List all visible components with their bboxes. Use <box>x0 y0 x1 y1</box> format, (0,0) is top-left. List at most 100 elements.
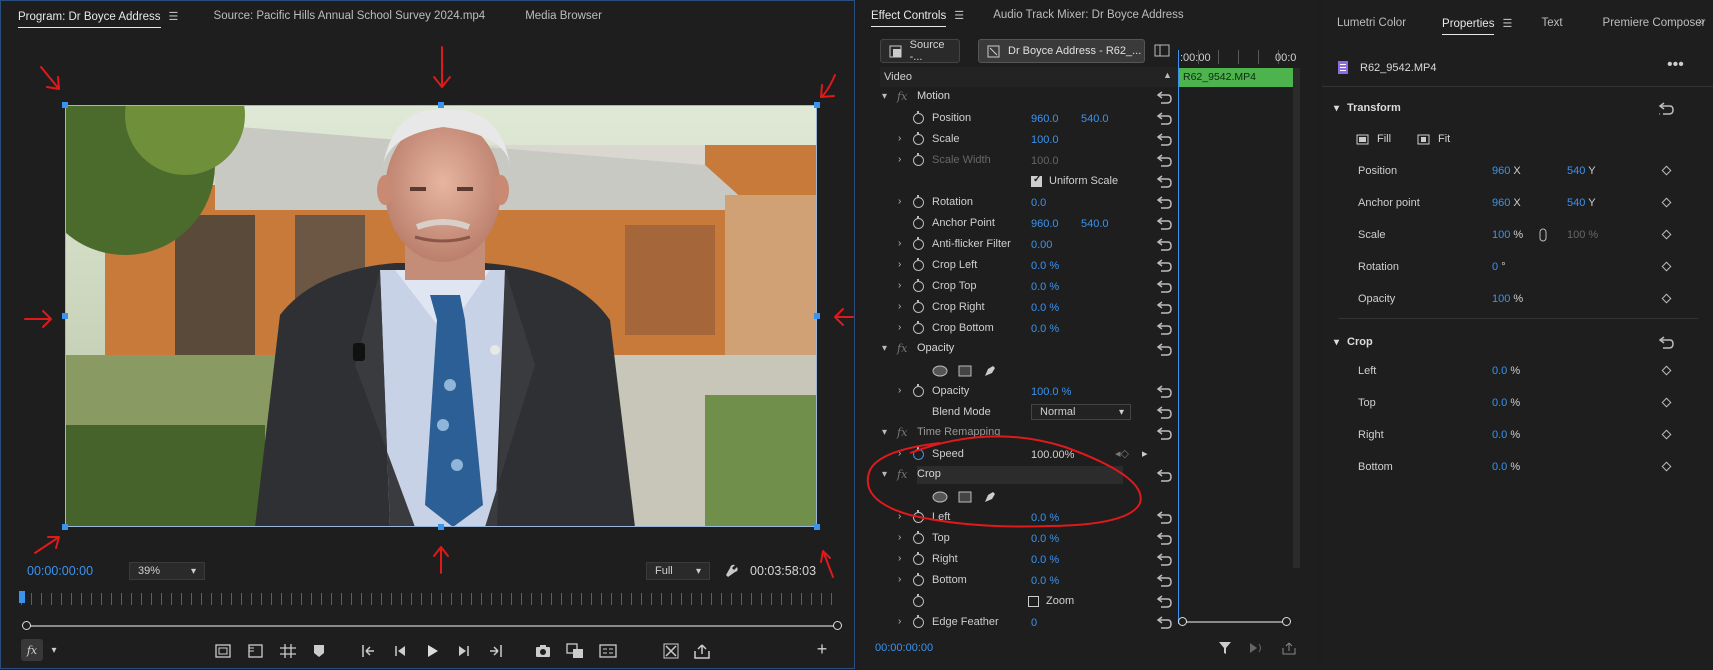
reset-parameter-icon[interactable] <box>1156 595 1172 608</box>
prop-value-opacity_val[interactable]: 100 % <box>1492 293 1523 305</box>
reset-parameter-icon[interactable] <box>1156 322 1172 335</box>
keyframe-diamond-icon[interactable] <box>1661 229 1672 240</box>
stopwatch-icon[interactable] <box>913 195 924 208</box>
fx-toggle-button[interactable]: fx <box>21 639 43 661</box>
ec-value-position_y[interactable]: 540.0 <box>1081 113 1109 125</box>
vr-toggle-icon[interactable] <box>663 643 679 659</box>
go-to-in-icon[interactable] <box>361 644 377 658</box>
ec-clip-bar[interactable]: R62_9542.MP4 <box>1178 68 1294 87</box>
transform-handle-tc[interactable] <box>438 102 444 108</box>
fx-badge-icon[interactable]: fx <box>897 426 907 439</box>
chevron-right-icon[interactable]: › <box>898 196 901 207</box>
prop-value-rotation_val[interactable]: 0 ° <box>1492 261 1506 273</box>
add-marker-icon[interactable] <box>313 644 325 658</box>
zoom-select[interactable]: 39% ▾ <box>129 562 205 580</box>
crop-section-header[interactable]: ▾ Crop <box>1334 336 1373 348</box>
reset-parameter-icon[interactable] <box>1156 553 1172 566</box>
reset-parameter-icon[interactable] <box>1156 511 1172 524</box>
comparison-view-icon[interactable] <box>566 643 584 659</box>
ec-value-crop_bottom_val[interactable]: 0.0 % <box>1031 323 1059 335</box>
stopwatch-icon[interactable] <box>913 594 924 607</box>
stopwatch-icon[interactable] <box>913 153 924 166</box>
reset-parameter-icon[interactable] <box>1156 259 1172 272</box>
stopwatch-icon[interactable] <box>913 237 924 250</box>
stopwatch-icon[interactable] <box>913 216 924 229</box>
keyframe-diamond-icon[interactable] <box>1661 293 1672 304</box>
reset-parameter-icon[interactable] <box>1156 91 1172 104</box>
chevron-down-icon[interactable]: ▾ <box>882 343 887 354</box>
fx-badge-icon[interactable]: fx <box>897 468 907 481</box>
ec-zoom-handle-right[interactable] <box>1282 617 1291 626</box>
keyframe-diamond-icon[interactable] <box>1661 365 1672 376</box>
quality-select[interactable]: Full ▾ <box>646 562 710 580</box>
reset-parameter-icon[interactable] <box>1156 427 1172 440</box>
add-button-icon[interactable]: + <box>813 639 831 659</box>
filter-icon[interactable] <box>1218 641 1232 655</box>
fit-button[interactable]: Fit <box>1417 133 1450 145</box>
reset-parameter-icon[interactable] <box>1156 574 1172 587</box>
safe-margins-icon[interactable] <box>215 644 231 658</box>
stopwatch-icon[interactable] <box>913 552 924 565</box>
transform-handle-tl[interactable] <box>62 102 68 108</box>
reset-parameter-icon[interactable] <box>1156 112 1172 125</box>
reset-parameter-icon[interactable] <box>1156 469 1172 482</box>
stopwatch-icon[interactable] <box>913 300 924 313</box>
ec-vertical-scrollbar[interactable] <box>1293 68 1300 568</box>
tab-program[interactable]: Program: Dr Boyce Address ☰ <box>7 10 191 28</box>
collapse-up-icon[interactable]: ▲ <box>1163 70 1172 80</box>
transform-handle-bc[interactable] <box>438 524 444 530</box>
ec-value-top_val[interactable]: 0.0 % <box>1031 533 1059 545</box>
stopwatch-icon[interactable] <box>913 111 924 124</box>
stopwatch-icon[interactable] <box>913 573 924 586</box>
ec-timeline-zoom-bar[interactable] <box>1182 621 1285 623</box>
ec-value-anchor_y[interactable]: 540.0 <box>1081 218 1109 230</box>
reset-parameter-icon[interactable] <box>1156 280 1172 293</box>
scroll-handle-left[interactable] <box>22 621 31 630</box>
chevron-right-icon[interactable]: › <box>898 532 901 543</box>
export-frame-icon[interactable] <box>694 643 710 659</box>
prop-value-left_val[interactable]: 0.0 % <box>1492 365 1520 377</box>
more-tabs-icon[interactable]: » <box>1698 14 1705 28</box>
rectangle-mask-icon[interactable] <box>958 365 972 377</box>
transform-bounding-box[interactable] <box>65 105 817 527</box>
ec-value-scale_val[interactable]: 100.0 <box>1031 134 1059 146</box>
overlays-icon[interactable] <box>248 644 264 658</box>
keyframe-diamond-icon[interactable] <box>1661 397 1672 408</box>
tab-premiere-composer[interactable]: Premiere Composer <box>1592 17 1713 29</box>
chevron-right-icon[interactable]: › <box>898 448 901 459</box>
stopwatch-icon[interactable] <box>913 258 924 271</box>
keyframe-nav-icon[interactable]: ◂◇ <box>1115 447 1129 460</box>
reset-parameter-icon[interactable] <box>1156 175 1172 188</box>
camera-icon[interactable] <box>535 644 551 658</box>
prop-value-top_val[interactable]: 0.0 % <box>1492 397 1520 409</box>
transform-handle-mr[interactable] <box>814 313 820 319</box>
stopwatch-icon[interactable] <box>913 279 924 292</box>
ec-value-opacity_val[interactable]: 100.0 % <box>1031 386 1071 398</box>
reset-parameter-icon[interactable] <box>1156 154 1172 167</box>
prop-value-anchor_x[interactable]: 960 X <box>1492 197 1521 209</box>
ec-value-crop_right_val[interactable]: 0.0 % <box>1031 302 1059 314</box>
crop-reset-icon[interactable] <box>1658 336 1674 349</box>
fx-badge-icon[interactable]: fx <box>897 342 907 355</box>
checkbox-zoom[interactable] <box>1028 596 1039 607</box>
ec-value-position_x[interactable]: 960.0 <box>1031 113 1059 125</box>
tab-source[interactable]: Source: Pacific Hills Annual School Surv… <box>203 10 497 22</box>
reset-parameter-icon[interactable] <box>1156 385 1172 398</box>
next-keyframe-icon[interactable]: ▸ <box>1142 447 1148 460</box>
ec-value-crop_top_val[interactable]: 0.0 % <box>1031 281 1059 293</box>
reset-parameter-icon[interactable] <box>1156 343 1172 356</box>
tab-audio-track-mixer[interactable]: Audio Track Mixer: Dr Boyce Address <box>982 9 1194 21</box>
stopwatch-icon[interactable] <box>913 384 924 397</box>
fx-menu-chevron-icon[interactable]: ▾ <box>48 643 60 657</box>
stopwatch-icon[interactable] <box>913 531 924 544</box>
fill-button[interactable]: Fill <box>1356 133 1391 145</box>
chevron-right-icon[interactable]: › <box>898 280 901 291</box>
keyframe-diamond-icon[interactable] <box>1661 261 1672 272</box>
checkbox-uniform_scale[interactable]: ✓ <box>1031 174 1042 187</box>
prop-value-scale_val[interactable]: 100 % <box>1492 229 1523 241</box>
stopwatch-icon[interactable] <box>913 132 924 145</box>
link-icon[interactable] <box>1539 228 1547 242</box>
time-ruler[interactable] <box>21 593 839 605</box>
transform-handle-tr[interactable] <box>814 102 820 108</box>
reset-parameter-icon[interactable] <box>1156 301 1172 314</box>
